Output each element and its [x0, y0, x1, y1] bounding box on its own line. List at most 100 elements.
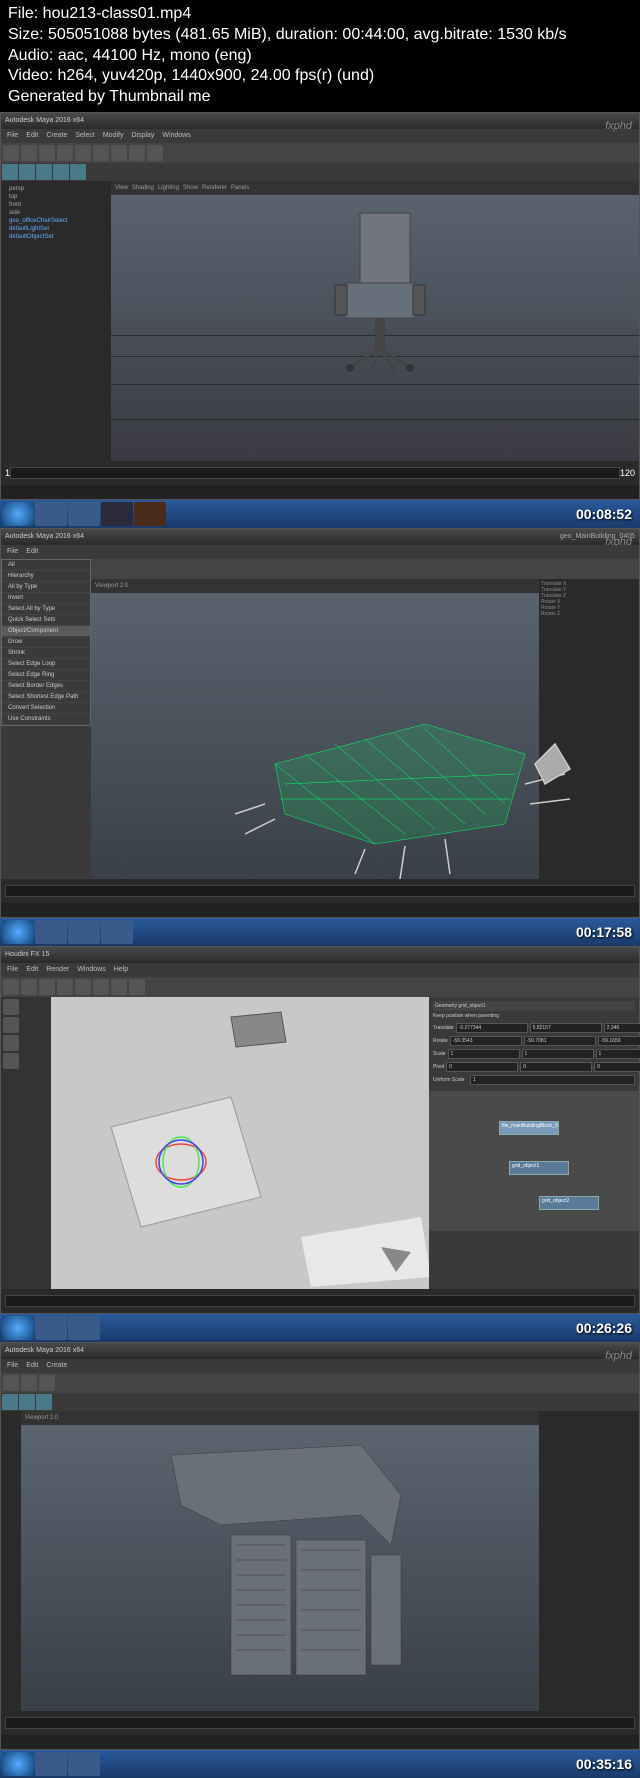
scale-tool-icon[interactable]	[147, 145, 163, 161]
timeline[interactable]: 1 120	[1, 461, 639, 485]
show-menu[interactable]: Show	[183, 185, 198, 191]
outliner-item[interactable]: geo_officeChairSelect	[5, 217, 107, 225]
node[interactable]: file_mainBuildingBlock_0	[499, 1121, 559, 1135]
shelf-icon[interactable]	[36, 1394, 52, 1410]
tool-icon[interactable]	[3, 979, 19, 995]
new-icon[interactable]	[3, 145, 19, 161]
shelf-icon[interactable]	[2, 1394, 18, 1410]
menu-windows[interactable]: Windows	[77, 966, 105, 973]
start-button-icon[interactable]	[2, 1752, 34, 1776]
menu-item[interactable]: Select Shortest Edge Path	[2, 692, 90, 703]
shelf-poly-icon[interactable]	[2, 164, 18, 180]
viewport[interactable]: Viewport 2.0	[21, 1411, 539, 1711]
tool-icon[interactable]	[21, 979, 37, 995]
viewport[interactable]: View Shading Lighting Show Renderer Pane…	[111, 181, 639, 461]
menu-render[interactable]: Render	[46, 966, 69, 973]
tab-geometry[interactable]: Geometry	[435, 1003, 457, 1009]
menu-item[interactable]: All	[2, 560, 90, 571]
timeline-track[interactable]	[5, 1717, 635, 1729]
node[interactable]: grid_object1	[509, 1161, 569, 1175]
tool-icon[interactable]	[129, 979, 145, 995]
menu-item[interactable]: All by Type	[2, 582, 90, 593]
task-maya-icon[interactable]	[68, 502, 100, 526]
py-input[interactable]	[520, 1062, 592, 1072]
tool-icon[interactable]	[21, 1375, 37, 1391]
tool-icon[interactable]	[39, 979, 55, 995]
shading-menu[interactable]: Shading	[132, 185, 154, 191]
task-ps-icon[interactable]	[101, 502, 133, 526]
select-tool-icon[interactable]	[93, 145, 109, 161]
task-icon[interactable]	[35, 920, 67, 944]
task-icon[interactable]	[68, 920, 100, 944]
menu-create[interactable]: Create	[46, 132, 67, 139]
start-button-icon[interactable]	[2, 502, 34, 526]
task-icon[interactable]	[68, 1316, 100, 1340]
node[interactable]: grid_object2	[539, 1196, 599, 1210]
viewport[interactable]: Viewport 2.0	[91, 579, 539, 879]
menu-item[interactable]: Convert Selection	[2, 703, 90, 714]
shelf-sphere-icon[interactable]	[36, 164, 52, 180]
start-button-icon[interactable]	[2, 920, 34, 944]
task-explorer-icon[interactable]	[35, 502, 67, 526]
menu-help[interactable]: Help	[114, 966, 128, 973]
sz-input[interactable]	[596, 1049, 640, 1059]
tx-input[interactable]	[456, 1023, 528, 1033]
open-icon[interactable]	[21, 145, 37, 161]
timeline-track[interactable]	[5, 1295, 635, 1307]
menu-item[interactable]: Select All by Type	[2, 604, 90, 615]
outliner-item[interactable]: persp	[5, 185, 107, 193]
menu-item[interactable]: Use Constraints	[2, 714, 90, 725]
menu-item[interactable]: Quick Select Sets	[2, 615, 90, 626]
ty-input[interactable]	[530, 1023, 602, 1033]
menu-item[interactable]: Select Border Edges	[2, 681, 90, 692]
task-ae-icon[interactable]	[134, 502, 166, 526]
tz-input[interactable]	[604, 1023, 640, 1033]
network-view[interactable]: file_mainBuildingBlock_0 grid_object1 gr…	[429, 1091, 639, 1231]
outliner-item[interactable]: top	[5, 193, 107, 201]
menu-item[interactable]: Hierarchy	[2, 571, 90, 582]
menu-windows[interactable]: Windows	[162, 132, 190, 139]
menu-file[interactable]: File	[7, 966, 18, 973]
tool-icon[interactable]	[75, 979, 91, 995]
menu-edit[interactable]: Edit	[26, 132, 38, 139]
outliner-item[interactable]: side	[5, 209, 107, 217]
shelf-cube-icon[interactable]	[19, 164, 35, 180]
tool-icon[interactable]	[39, 1375, 55, 1391]
menu-item[interactable]: Select Edge Ring	[2, 670, 90, 681]
sy-input[interactable]	[522, 1049, 594, 1059]
tool-icon[interactable]	[93, 979, 109, 995]
start-button-icon[interactable]	[2, 1316, 34, 1340]
timeline-track[interactable]	[5, 885, 635, 897]
select-tool-icon[interactable]	[3, 999, 19, 1015]
rotate-tool-icon[interactable]	[129, 145, 145, 161]
menu-select[interactable]: Select	[75, 132, 94, 139]
shelf-icon[interactable]	[19, 1394, 35, 1410]
move-tool-icon[interactable]	[3, 1017, 19, 1033]
outliner-item[interactable]: front	[5, 201, 107, 209]
menu-item[interactable]: Select Edge Loop	[2, 659, 90, 670]
task-icon[interactable]	[68, 1752, 100, 1776]
renderer-menu[interactable]: Renderer	[202, 185, 227, 191]
menu-file[interactable]: File	[7, 1362, 18, 1369]
menu-create[interactable]: Create	[46, 1362, 67, 1369]
menu-edit[interactable]: Edit	[26, 548, 38, 555]
sx-input[interactable]	[448, 1049, 520, 1059]
lighting-menu[interactable]: Lighting	[158, 185, 179, 191]
shelf-plane-icon[interactable]	[70, 164, 86, 180]
shelf-cylinder-icon[interactable]	[53, 164, 69, 180]
px-input[interactable]	[446, 1062, 518, 1072]
menu-file[interactable]: File	[7, 548, 18, 555]
menu-item[interactable]: Object/Component	[2, 626, 90, 637]
view-menu[interactable]: View	[115, 185, 128, 191]
redo-icon[interactable]	[75, 145, 91, 161]
outliner-item[interactable]: defaultObjectSet	[5, 233, 107, 241]
task-icon[interactable]	[35, 1752, 67, 1776]
task-icon[interactable]	[101, 920, 133, 944]
scale-tool-icon[interactable]	[3, 1053, 19, 1069]
save-icon[interactable]	[39, 145, 55, 161]
menu-item[interactable]: Grow	[2, 637, 90, 648]
menu-file[interactable]: File	[7, 132, 18, 139]
pz-input[interactable]	[594, 1062, 640, 1072]
menu-edit[interactable]: Edit	[26, 966, 38, 973]
undo-icon[interactable]	[57, 145, 73, 161]
